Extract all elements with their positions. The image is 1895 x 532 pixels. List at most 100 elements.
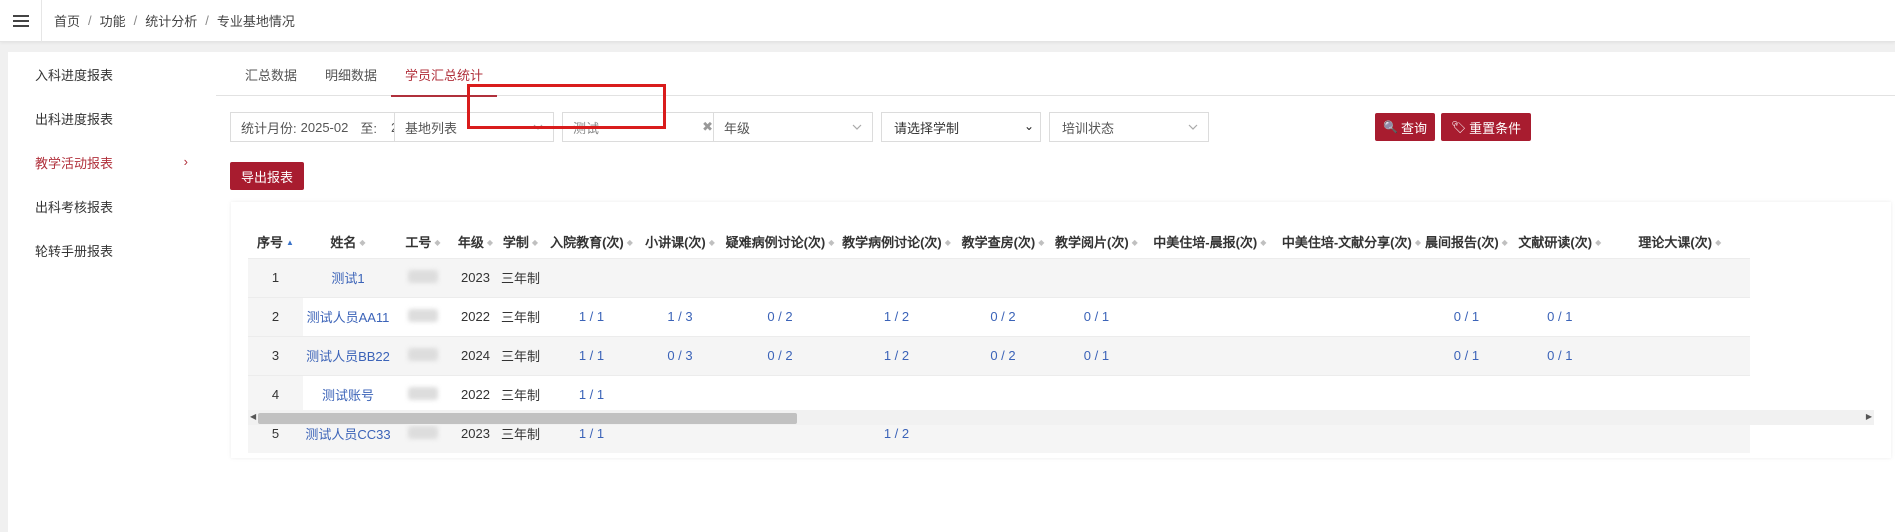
sidebar-item-label: 轮转手册报表: [35, 243, 114, 259]
column-header[interactable]: 教学阅片(次) ◆: [1053, 225, 1140, 258]
count-cell[interactable]: 1 / 2: [840, 335, 953, 375]
count-cell[interactable]: 1 / 2: [840, 296, 953, 336]
tab-detail-data[interactable]: 明细数据: [311, 52, 391, 96]
sort-asc-icon[interactable]: ▲: [286, 239, 294, 247]
sidebar-item-teaching-activity[interactable]: 教学活动报表 ›: [8, 140, 216, 184]
column-header[interactable]: 年级 ◆: [453, 225, 498, 258]
column-header[interactable]: 教学病例讨论(次) ◆: [840, 225, 953, 258]
count-cell[interactable]: 0 / 1: [1053, 335, 1140, 375]
scrollbar-thumb[interactable]: [258, 413, 797, 424]
sidebar-item-exit-progress[interactable]: 出科进度报表: [8, 96, 216, 140]
reset-button[interactable]: 🏷 重置条件: [1441, 113, 1531, 141]
base-list-placeholder: 基地列表: [405, 120, 458, 136]
count-cell[interactable]: 1 / 3: [640, 296, 720, 336]
count-cell[interactable]: 1 / 1: [543, 296, 640, 336]
count-cell[interactable]: 0 / 2: [953, 335, 1053, 375]
row-index: 3: [248, 335, 303, 375]
column-header[interactable]: 序号 ▲: [248, 225, 303, 258]
sort-icon[interactable]: ◆: [709, 239, 715, 247]
column-header[interactable]: 教学查房(次) ◆: [953, 225, 1053, 258]
count-cell[interactable]: 0 / 1: [1053, 296, 1140, 336]
column-header[interactable]: 学制 ◆: [498, 225, 543, 258]
student-name-link[interactable]: 测试账号: [303, 374, 393, 414]
count-cell[interactable]: 0 / 2: [953, 296, 1053, 336]
count-cell[interactable]: 0 / 1: [1509, 296, 1610, 336]
column-header[interactable]: 理论大课(次) ◆: [1609, 225, 1750, 258]
chevron-right-icon: ›: [183, 154, 188, 169]
table-container: 序号 ▲ 姓名 ◆ 工号 ◆ 年级 ◆ 学制 ◆ 入院教育(次) ◆ 小讲课(次) ◆ 疑难病…: [231, 202, 1891, 458]
export-report-button[interactable]: 导出报表: [230, 162, 304, 190]
grade-select[interactable]: 年级: [713, 112, 873, 142]
table-row: 3 测试人员BB22 2024 三年制 1 / 10 / 30 / 21 / 20 / …: [248, 335, 1750, 375]
breadcrumb-function[interactable]: 功能: [100, 11, 126, 30]
count-cell[interactable]: 0 / 2: [720, 335, 840, 375]
sort-icon[interactable]: ◆: [1038, 239, 1044, 247]
main-panel: 汇总数据 明细数据 学员汇总统计 统计月份: 2025-02 至: 2025-0…: [216, 52, 1895, 532]
horizontal-scrollbar[interactable]: ◀ ▶: [248, 410, 1874, 425]
count-cell[interactable]: 0 / 2: [720, 296, 840, 336]
query-button[interactable]: 🔍 查询: [1375, 113, 1435, 141]
column-header[interactable]: 中美住培-文献分享(次) ◆: [1279, 225, 1423, 258]
menu-toggle-icon[interactable]: [0, 0, 42, 42]
search-input[interactable]: 测试 ✖: [562, 112, 724, 142]
scroll-right-icon[interactable]: ▶: [1866, 412, 1872, 421]
count-cell: [1609, 296, 1750, 336]
sort-icon[interactable]: ◆: [487, 239, 493, 247]
training-status-select[interactable]: 培训状态: [1049, 112, 1209, 142]
sidebar: 入科进度报表 出科进度报表 教学活动报表 › 出科考核报表 轮转手册报表: [8, 52, 216, 532]
column-header[interactable]: 小讲课(次) ◆: [640, 225, 720, 258]
breadcrumb-statistics[interactable]: 统计分析: [145, 11, 197, 30]
count-cell: [1279, 335, 1423, 375]
month-start-value[interactable]: 2025-02: [301, 120, 349, 135]
count-cell[interactable]: 0 / 1: [1422, 296, 1510, 336]
column-header[interactable]: 疑难病例讨论(次) ◆: [720, 225, 840, 258]
breadcrumb-separator: /: [88, 13, 92, 28]
student-name-link[interactable]: 测试人员BB22: [303, 335, 393, 375]
system-select[interactable]: 请选择学制 ⌄: [881, 112, 1041, 142]
sort-icon[interactable]: ◆: [434, 239, 440, 247]
tag-icon: 🏷: [1450, 120, 1467, 134]
redacted-value: [408, 347, 438, 361]
student-name-link[interactable]: 测试人员AA11: [303, 296, 393, 336]
sort-icon[interactable]: ◆: [359, 239, 365, 247]
count-cell[interactable]: 0 / 3: [640, 335, 720, 375]
sidebar-item-label: 入科进度报表: [35, 67, 114, 83]
student-name-link[interactable]: 测试1: [303, 257, 393, 297]
employee-id-redacted: [393, 335, 453, 375]
column-header[interactable]: 晨间报告(次) ◆: [1422, 225, 1510, 258]
employee-id-redacted: [393, 257, 453, 297]
sidebar-item-entry-progress[interactable]: 入科进度报表: [8, 52, 216, 96]
chevron-down-icon: [852, 124, 862, 130]
breadcrumb-home[interactable]: 首页: [54, 11, 80, 30]
column-header[interactable]: 文献研读(次) ◆: [1509, 225, 1610, 258]
scroll-left-icon[interactable]: ◀: [250, 412, 256, 421]
column-header[interactable]: 工号 ◆: [393, 225, 453, 258]
sort-icon[interactable]: ◆: [1502, 239, 1508, 247]
sort-icon[interactable]: ◆: [945, 239, 951, 247]
count-cell[interactable]: 1 / 1: [543, 374, 640, 414]
sidebar-item-exit-exam[interactable]: 出科考核报表: [8, 184, 216, 228]
base-list-select[interactable]: 基地列表: [394, 112, 554, 142]
tab-student-summary[interactable]: 学员汇总统计: [391, 52, 498, 97]
sort-icon[interactable]: ◆: [1715, 239, 1721, 247]
column-header[interactable]: 姓名 ◆: [303, 225, 393, 258]
column-header[interactable]: 中美住培-晨报(次) ◆: [1139, 225, 1280, 258]
count-cell: [840, 374, 953, 414]
sort-icon[interactable]: ◆: [1595, 239, 1601, 247]
count-cell[interactable]: 1 / 1: [543, 335, 640, 375]
sort-icon[interactable]: ◆: [1132, 239, 1138, 247]
query-button-label: 查询: [1400, 120, 1427, 136]
sidebar-item-rotation-handbook[interactable]: 轮转手册报表: [8, 228, 216, 272]
sort-icon[interactable]: ◆: [627, 239, 633, 247]
count-cell[interactable]: 0 / 1: [1422, 335, 1510, 375]
tab-summary-data[interactable]: 汇总数据: [231, 52, 311, 96]
employee-id-redacted: [393, 374, 453, 414]
count-cell[interactable]: 0 / 1: [1509, 335, 1610, 375]
sort-icon[interactable]: ◆: [828, 239, 834, 247]
sort-icon[interactable]: ◆: [532, 239, 538, 247]
clear-icon[interactable]: ✖: [702, 119, 713, 135]
sort-icon[interactable]: ◆: [1260, 239, 1266, 247]
column-header[interactable]: 入院教育(次) ◆: [543, 225, 640, 258]
count-cell: [1139, 296, 1280, 336]
sort-icon[interactable]: ◆: [1415, 239, 1421, 247]
